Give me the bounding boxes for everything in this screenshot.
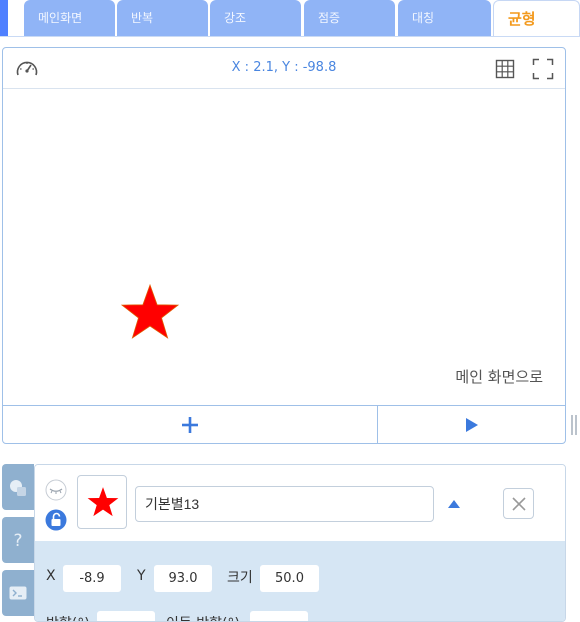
tab-divider [0, 36, 580, 37]
tab-main[interactable]: 메인화면 [24, 0, 115, 37]
close-icon [512, 497, 526, 511]
eye-closed-icon[interactable] [45, 479, 67, 501]
cursor-coordinates: X : 2.1, Y : -98.8 [231, 60, 337, 75]
question-icon: ? [13, 531, 22, 551]
object-header: 기본별13 [35, 465, 565, 541]
side-toolbar: ? [2, 464, 34, 622]
object-thumbnail[interactable] [77, 475, 127, 529]
help-button[interactable]: ? [2, 517, 34, 563]
x-input[interactable]: -8.9 [63, 565, 121, 592]
to-main-screen-link[interactable]: 메인 화면으로 [455, 366, 543, 387]
object-name-input[interactable]: 기본별13 [135, 486, 434, 522]
tab-repeat[interactable]: 반복 [117, 0, 208, 37]
console-button[interactable] [2, 570, 34, 616]
direction-input[interactable] [97, 611, 155, 621]
shapes-icon [10, 480, 26, 496]
resize-handle-icon[interactable] [571, 414, 577, 436]
tab-bar: 메인화면 반복 강조 점증 대칭 균형 [0, 0, 580, 37]
svg-text:?: ? [13, 531, 22, 551]
objects-button[interactable] [2, 464, 34, 510]
star-thumbnail-icon [87, 487, 119, 517]
unlock-icon[interactable] [45, 509, 67, 531]
move-direction-label: 이동 방향(°) [166, 613, 240, 621]
app-root: 메인화면 반복 강조 점증 대칭 균형 X : 2.1, Y : -98.8 메… [0, 0, 580, 622]
object-panel: 기본별13 X -8.9 Y 93.0 크기 50.0 방향(°) 이동 방향(… [34, 464, 566, 622]
grid-icon[interactable] [495, 59, 515, 79]
fullscreen-icon[interactable] [532, 58, 554, 80]
play-icon[interactable] [465, 417, 479, 433]
y-label: Y [137, 568, 146, 584]
object-properties: X -8.9 Y 93.0 크기 50.0 방향(°) 이동 방향(°) [35, 541, 565, 621]
plus-icon[interactable] [181, 416, 199, 434]
stage-footer [3, 405, 565, 444]
footer-divider [377, 406, 378, 444]
tab-bar-edge [0, 0, 8, 37]
direction-label: 방향(°) [46, 613, 90, 621]
delete-object-button[interactable] [503, 488, 534, 519]
tab-balance[interactable]: 균형 [493, 0, 580, 37]
tab-symmetry[interactable]: 대칭 [398, 0, 491, 37]
tab-emphasis[interactable]: 강조 [210, 0, 301, 37]
x-label: X [46, 568, 56, 584]
star-sprite[interactable] [119, 283, 181, 343]
size-input[interactable]: 50.0 [260, 565, 319, 592]
collapse-arrow-icon[interactable] [448, 500, 460, 508]
stage-canvas[interactable]: 메인 화면으로 [3, 89, 565, 405]
move-direction-input[interactable] [250, 611, 308, 621]
stage-panel: X : 2.1, Y : -98.8 메인 화면으로 [2, 47, 566, 444]
size-label: 크기 [227, 570, 253, 586]
tab-gradation[interactable]: 점증 [304, 0, 395, 37]
stage-header: X : 2.1, Y : -98.8 [3, 48, 565, 89]
y-input[interactable]: 93.0 [154, 565, 212, 592]
console-icon [9, 586, 27, 600]
